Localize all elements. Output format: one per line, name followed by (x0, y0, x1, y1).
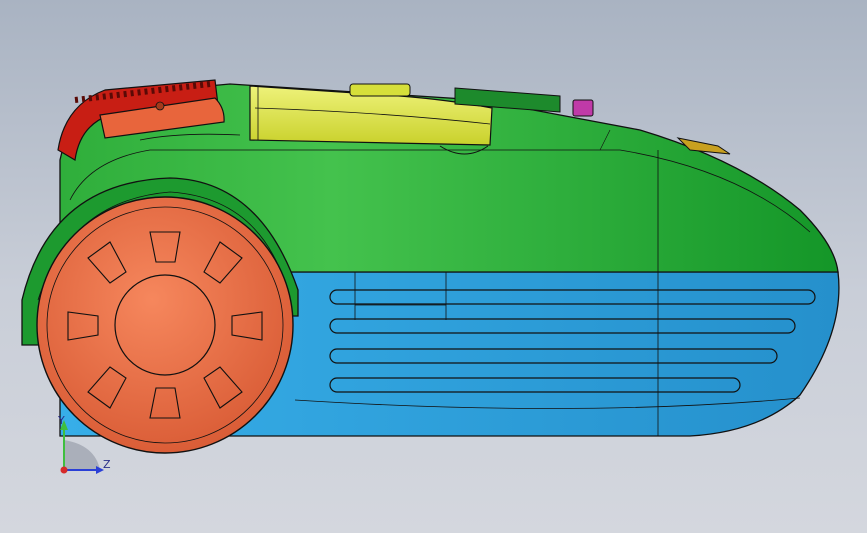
power-button[interactable] (349, 83, 411, 97)
y-axis-label: Y (57, 414, 65, 427)
cad-viewport[interactable]: Y Z (0, 0, 867, 533)
magenta-indicator-button[interactable] (572, 99, 594, 117)
rear-wheel[interactable] (36, 196, 294, 454)
cap-screw-icon (155, 101, 165, 111)
triad-plane (64, 440, 100, 470)
z-axis-label: Z (103, 458, 111, 471)
origin-icon (60, 466, 68, 474)
